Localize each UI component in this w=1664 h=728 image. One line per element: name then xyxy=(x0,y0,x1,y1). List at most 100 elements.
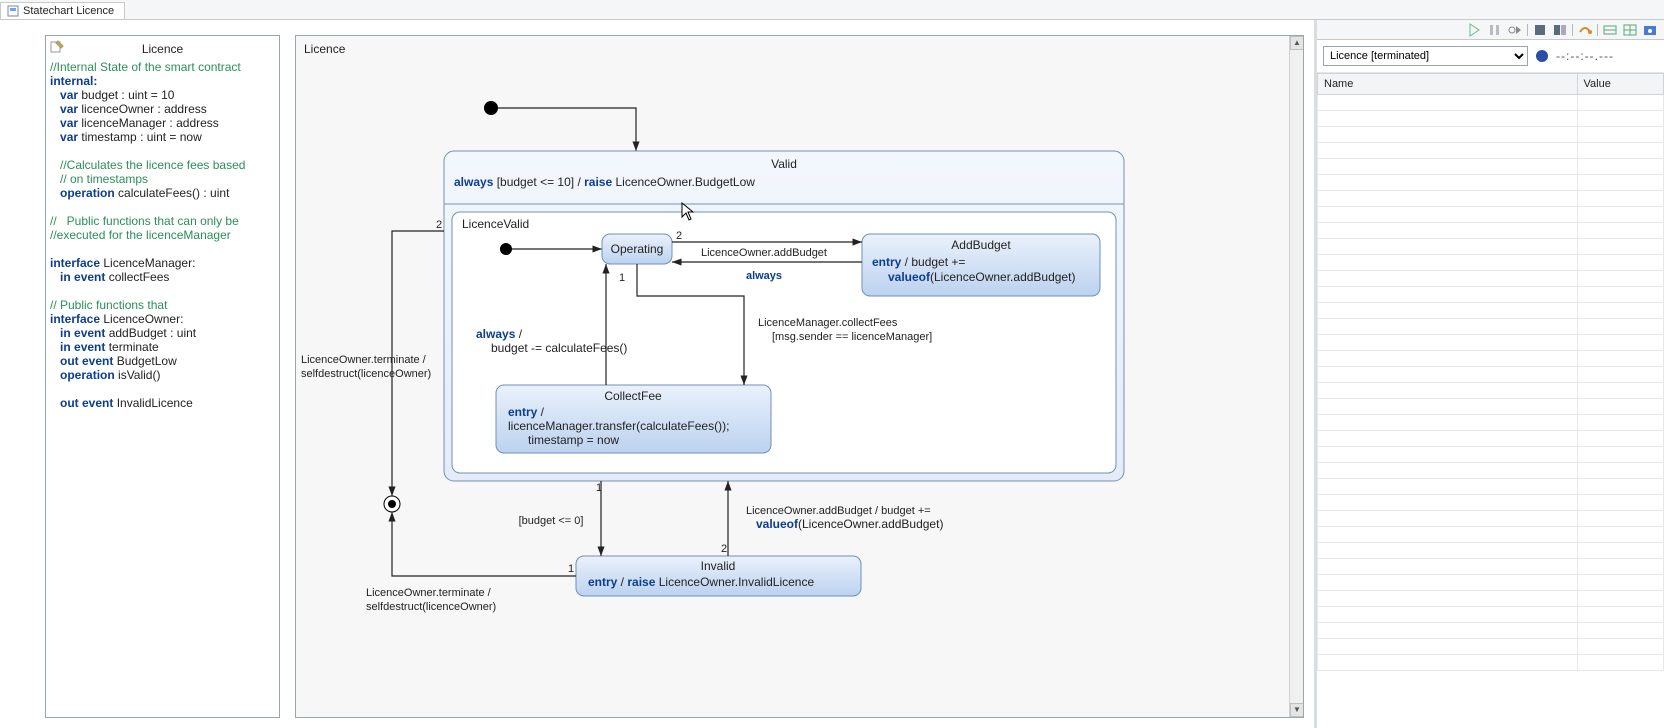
svg-text:entry / raise LicenceOwner.Inv: entry / raise LicenceOwner.InvalidLicenc… xyxy=(588,575,814,589)
table-row[interactable] xyxy=(1318,607,1664,623)
table-row[interactable] xyxy=(1318,463,1664,479)
svg-text:2: 2 xyxy=(721,543,727,555)
svg-text:Invalid: Invalid xyxy=(701,559,736,573)
toolbar-separator xyxy=(1527,24,1528,36)
tab-statechart-licence[interactable]: Statechart Licence xyxy=(0,2,125,19)
scroll-down-icon[interactable]: ▼ xyxy=(1290,703,1304,717)
svg-text:timestamp = now: timestamp = now xyxy=(528,433,619,447)
svg-text:2: 2 xyxy=(436,219,442,231)
reset-icon[interactable] xyxy=(1552,22,1568,38)
svg-text:LicenceManager.collectFees: LicenceManager.collectFees xyxy=(758,317,898,329)
table-row[interactable] xyxy=(1318,415,1664,431)
table-row[interactable] xyxy=(1318,431,1664,447)
table-row[interactable] xyxy=(1318,351,1664,367)
svg-text:1: 1 xyxy=(568,563,574,575)
statechart-svg: Valid always [budget <= 10] / raise Lice… xyxy=(296,36,1176,676)
instance-selector-row: Licence [terminated] --:--:--.--- xyxy=(1317,40,1664,73)
svg-text:always /: always / xyxy=(476,327,523,341)
table-row[interactable] xyxy=(1318,303,1664,319)
svg-text:Valid: Valid xyxy=(771,157,797,171)
svg-text:always [budget <= 10] / raise: always [budget <= 10] / raise LicenceOwn… xyxy=(454,175,755,189)
svg-text:Operating: Operating xyxy=(611,242,664,256)
svg-text:licenceManager.transfer(calcul: licenceManager.transfer(calculateFees())… xyxy=(508,419,729,433)
state-valid: Valid always [budget <= 10] / raise Lice… xyxy=(444,151,1124,481)
svg-text:LicenceOwner.terminate /selfde: LicenceOwner.terminate /selfdestruct(lic… xyxy=(301,354,431,380)
state-invalid: Invalid entry / raise LicenceOwner.Inval… xyxy=(576,556,861,596)
instance-selector[interactable]: Licence [terminated] xyxy=(1323,46,1528,66)
scroll-up-icon[interactable]: ▲ xyxy=(1290,36,1304,50)
table-row[interactable] xyxy=(1318,495,1664,511)
definition-code[interactable]: //Internal State of the smart contract i… xyxy=(50,60,275,410)
state-addbudget: AddBudget entry / budget += valueof(Lice… xyxy=(862,234,1100,296)
table-row[interactable] xyxy=(1318,399,1664,415)
table-row[interactable] xyxy=(1318,223,1664,239)
definition-section[interactable]: Licence //Internal State of the smart co… xyxy=(45,35,280,718)
table-row[interactable] xyxy=(1318,591,1664,607)
svg-text:1: 1 xyxy=(619,272,625,284)
state-collectfee: CollectFee entry / licenceManager.transf… xyxy=(496,385,771,453)
simulation-toolbar xyxy=(1317,20,1664,40)
diagram-canvas[interactable]: Licence ▲ ▼ xyxy=(295,35,1304,718)
snapshot-icon[interactable] xyxy=(1642,22,1658,38)
svg-text:2: 2 xyxy=(676,230,682,242)
initial-pseudo-outer xyxy=(484,101,498,115)
table-row[interactable] xyxy=(1318,191,1664,207)
table-row[interactable] xyxy=(1318,111,1664,127)
col-value[interactable]: Value xyxy=(1577,74,1664,95)
table-row[interactable] xyxy=(1318,127,1664,143)
collapse-icon[interactable] xyxy=(1602,22,1618,38)
expand-icon[interactable] xyxy=(1622,22,1638,38)
table-row[interactable] xyxy=(1318,287,1664,303)
col-name[interactable]: Name xyxy=(1318,74,1578,95)
table-row[interactable] xyxy=(1318,655,1664,671)
svg-text:[budget <= 0]: [budget <= 0] xyxy=(519,515,584,527)
table-row[interactable] xyxy=(1318,575,1664,591)
table-row[interactable] xyxy=(1318,175,1664,191)
table-row[interactable] xyxy=(1318,367,1664,383)
statechart-file-icon xyxy=(7,5,19,17)
table-row[interactable] xyxy=(1318,271,1664,287)
clock-value: --:--:--.--- xyxy=(1556,49,1614,63)
table-row[interactable] xyxy=(1318,143,1664,159)
editor-area: Licence //Internal State of the smart co… xyxy=(0,20,1314,728)
table-row[interactable] xyxy=(1318,623,1664,639)
main: Licence //Internal State of the smart co… xyxy=(0,20,1664,728)
svg-text:1: 1 xyxy=(596,482,602,494)
stop-icon[interactable] xyxy=(1532,22,1548,38)
table-row[interactable] xyxy=(1318,527,1664,543)
table-row[interactable] xyxy=(1318,543,1664,559)
svg-text:entry /: entry / xyxy=(508,405,545,419)
svg-text:AddBudget: AddBudget xyxy=(951,238,1011,252)
export-icon[interactable] xyxy=(1577,22,1593,38)
table-row[interactable] xyxy=(1318,239,1664,255)
simulation-panel: Licence [terminated] --:--:--.--- Name V… xyxy=(1314,20,1664,728)
pause-icon[interactable] xyxy=(1487,22,1503,38)
table-row[interactable] xyxy=(1318,207,1664,223)
step-icon[interactable] xyxy=(1507,22,1523,38)
table-row[interactable] xyxy=(1318,159,1664,175)
table-row[interactable] xyxy=(1318,447,1664,463)
vertical-scrollbar[interactable]: ▲ ▼ xyxy=(1289,36,1303,717)
editor-tabbar: Statechart Licence xyxy=(0,0,1664,20)
svg-text:LicenceOwner.addBudget / budg: LicenceOwner.addBudget / budget += xyxy=(746,505,931,517)
table-row[interactable] xyxy=(1318,383,1664,399)
table-row[interactable] xyxy=(1318,559,1664,575)
table-row[interactable] xyxy=(1318,95,1664,111)
table-row[interactable] xyxy=(1318,335,1664,351)
table-row[interactable] xyxy=(1318,255,1664,271)
variables-table[interactable]: Name Value xyxy=(1317,73,1664,728)
table-row[interactable] xyxy=(1318,639,1664,655)
svg-text:valueof(LicenceOwner.addBudget: valueof(LicenceOwner.addBudget) xyxy=(756,517,943,531)
svg-text:always: always xyxy=(746,270,782,282)
svg-text:LicenceOwner.terminate /selfde: LicenceOwner.terminate /selfdestruct(lic… xyxy=(366,587,496,613)
table-row[interactable] xyxy=(1318,511,1664,527)
edit-icon xyxy=(50,40,64,54)
table-row[interactable] xyxy=(1318,479,1664,495)
toolbar-separator xyxy=(1572,24,1573,36)
toolbar-separator xyxy=(1597,24,1598,36)
instance-select[interactable]: Licence [terminated] xyxy=(1323,46,1528,66)
final-state xyxy=(384,496,400,512)
play-icon[interactable] xyxy=(1467,22,1483,38)
table-row[interactable] xyxy=(1318,319,1664,335)
tab-label: Statechart Licence xyxy=(23,5,114,17)
